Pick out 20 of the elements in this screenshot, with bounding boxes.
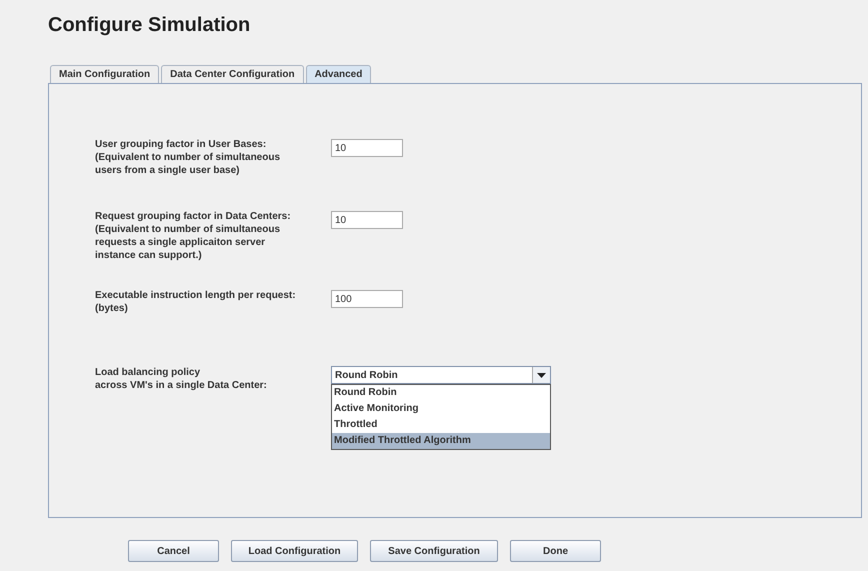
action-button[interactable]: Save Configuration <box>370 540 498 562</box>
tab[interactable]: Main Configuration <box>50 65 160 83</box>
action-button[interactable]: Done <box>510 540 601 562</box>
policy-dropdown[interactable]: Round Robin <box>331 366 551 384</box>
field-label: Load balancing policy across VM's in a single Data Center: <box>95 366 268 392</box>
dropdown-option[interactable]: Modified Throttled Algorithm <box>332 433 550 449</box>
field-label: Request grouping factor in Data Centers: (Equivalent to number of simultaneous requests a single applicaiton server instance can support.) <box>95 210 292 262</box>
dropdown-option[interactable]: Throttled <box>332 417 550 433</box>
action-button[interactable]: Cancel <box>128 540 219 562</box>
action-button[interactable]: Load Configuration <box>231 540 358 562</box>
page-title: Configure Simulation <box>48 14 252 38</box>
input-field[interactable]: 10 <box>331 139 403 157</box>
field-label: User grouping factor in User Bases: (Equivalent to number of simultaneous users from a single user base) <box>95 138 282 177</box>
tab[interactable]: Advanced <box>306 65 372 83</box>
input-field[interactable]: 100 <box>331 290 403 308</box>
tab[interactable]: Data Center Configuration <box>161 65 304 83</box>
dropdown-option[interactable]: Active Monitoring <box>332 401 550 417</box>
dropdown-option[interactable]: Round Robin <box>332 385 550 401</box>
input-field[interactable]: 10 <box>331 211 403 229</box>
field-label: Executable instruction length per request: (bytes) <box>95 289 297 315</box>
